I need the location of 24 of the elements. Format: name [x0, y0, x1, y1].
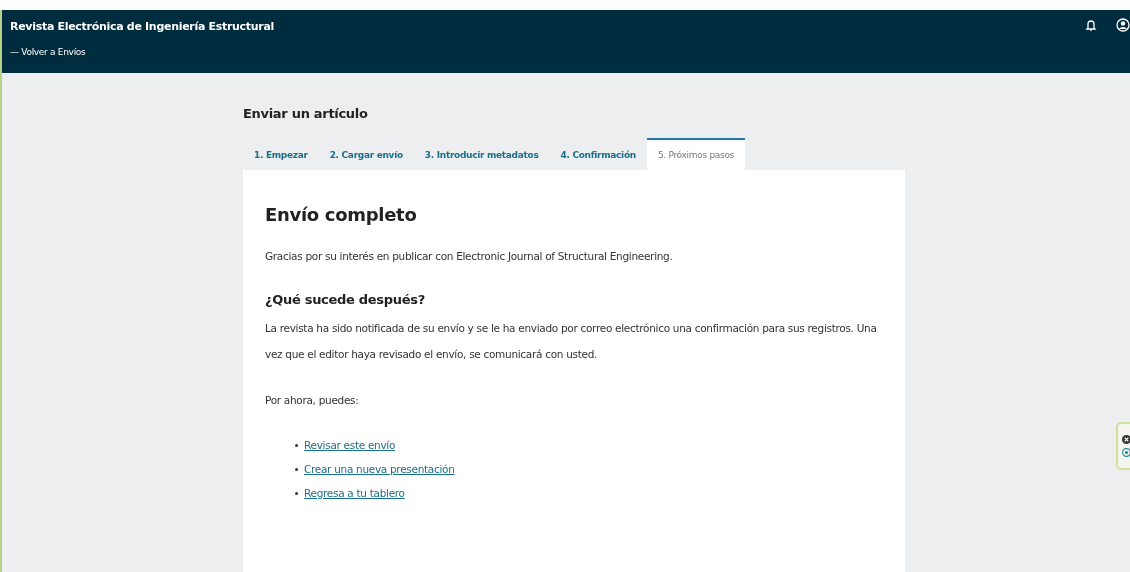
- step-tab[interactable]: 5. Próximos pasos: [646, 138, 745, 170]
- step-tab[interactable]: 2. Cargar envío: [318, 138, 414, 170]
- user-avatar-icon[interactable]: [1116, 18, 1130, 32]
- subheading: ¿Qué sucede después?: [265, 292, 425, 307]
- action-link[interactable]: Crear una nueva presentación: [304, 463, 455, 475]
- section-heading: Envío completo: [265, 204, 417, 225]
- journal-title: Revista Electrónica de Ingeniería Estructural: [10, 20, 275, 33]
- bullet-icon: [295, 467, 298, 471]
- step-tab[interactable]: 4. Confirmación: [549, 138, 647, 170]
- page-title: Enviar un artículo: [243, 106, 368, 121]
- intro-text: Gracias por su interés en publicar con Electronic Journal of Structural Engineering.: [265, 249, 674, 264]
- notifications-icon[interactable]: [1084, 18, 1098, 32]
- prompt-text: Por ahora, puedes:: [265, 393, 360, 408]
- action-link[interactable]: Revisar este envío: [304, 439, 396, 451]
- step-tab[interactable]: 1. Empezar: [243, 138, 319, 170]
- body-paragraph: La revista ha sido notificada de su envío y se le ha enviado por correo electrónico una confirmación para sus registros. Una vez que el editor haya revisado el envío, se comunicará con usted.: [265, 321, 878, 362]
- circle-icon[interactable]: [1121, 448, 1130, 457]
- action-link[interactable]: Regresa a tu tablero: [304, 487, 405, 499]
- bullet-icon: [295, 491, 298, 495]
- bullet-icon: [295, 443, 298, 447]
- close-icon[interactable]: [1121, 435, 1130, 444]
- side-widget[interactable]: [1116, 422, 1130, 470]
- back-link[interactable]: — Volver a Envíos: [10, 47, 86, 57]
- step-tab[interactable]: 3. Introducir metadatos: [413, 138, 550, 170]
